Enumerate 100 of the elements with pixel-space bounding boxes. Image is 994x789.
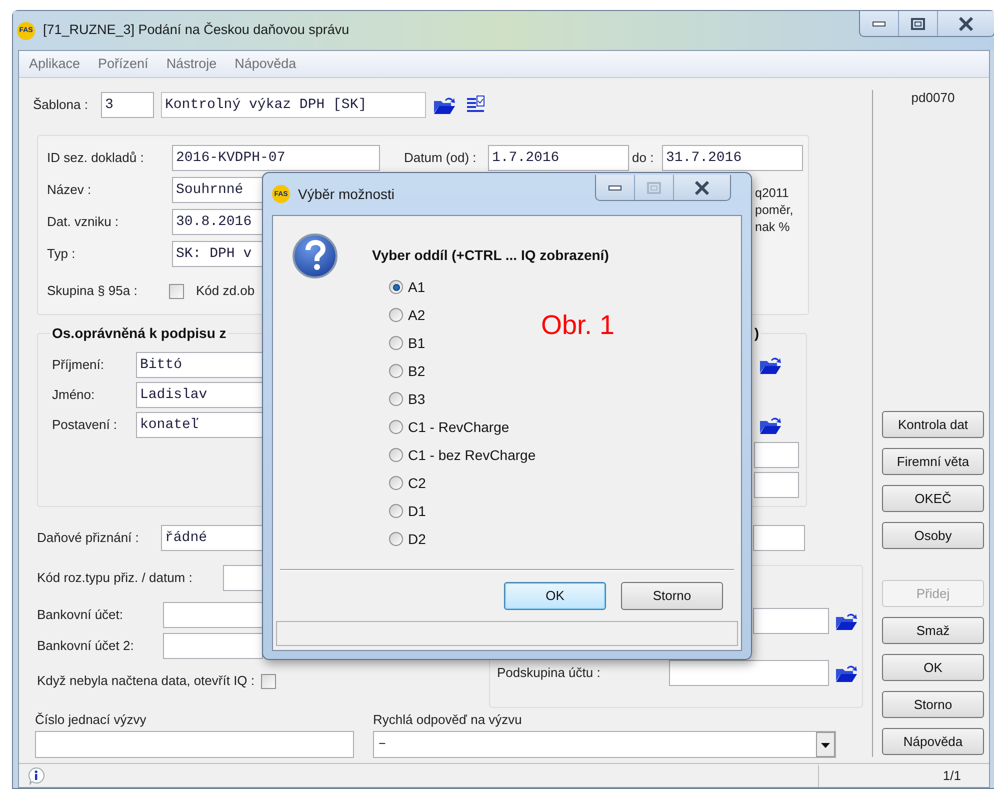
- field-label: Daňové přiznání :: [37, 529, 140, 548]
- text-field[interactable]: 1.7.2016: [488, 145, 629, 171]
- radio-option[interactable]: B1: [389, 329, 426, 357]
- maximize-icon: [911, 18, 925, 30]
- field-label: Příjmení:: [52, 356, 106, 374]
- annotation-label: Obr. 1: [541, 309, 615, 342]
- question-icon: [292, 233, 338, 279]
- text-field[interactable]: Souhrnné: [172, 177, 264, 203]
- group-title: Os.oprávněná k podpisu z: [50, 325, 228, 341]
- text-field[interactable]: [35, 731, 354, 758]
- radio-button[interactable]: [389, 364, 403, 378]
- field-label: Postavení :: [52, 416, 118, 434]
- button[interactable]: Smaž: [882, 617, 984, 644]
- text-field[interactable]: [669, 660, 829, 686]
- field-label: Číslo jednací výzvy: [35, 711, 148, 728]
- menu-item[interactable]: Nástroje: [166, 54, 217, 74]
- field-label: Datum (od) :: [404, 149, 478, 168]
- text-field[interactable]: [223, 564, 263, 590]
- radio-option[interactable]: A2: [389, 301, 426, 329]
- radio-option[interactable]: D2: [389, 525, 426, 553]
- field-label: Kód roz.typu přiz. / datum :: [37, 568, 194, 587]
- radio-button[interactable]: [389, 504, 403, 518]
- text-field[interactable]: 2016-KVDPH-07: [172, 145, 380, 171]
- folder-open-icon[interactable]: [759, 356, 782, 374]
- field-label: Typ :: [47, 245, 76, 264]
- dialog-button[interactable]: OK: [504, 582, 606, 610]
- note-text: poměr,: [755, 202, 794, 219]
- field-label: Rychlá odpověď na výzvu: [373, 711, 523, 728]
- button[interactable]: Kontrola dat: [882, 411, 984, 438]
- field-label: do :: [632, 149, 655, 168]
- text-field[interactable]: Kontrolný výkaz DPH [SK]: [161, 92, 426, 118]
- field-label: Když nebyla načtena data, otevřít IQ :: [37, 672, 255, 690]
- radio-option[interactable]: D1: [389, 497, 426, 525]
- menu-item[interactable]: Nápověda: [234, 54, 296, 74]
- dialog-title: Výběr možnosti: [298, 184, 394, 204]
- text-field[interactable]: [754, 442, 799, 468]
- folder-open-icon[interactable]: [835, 612, 858, 630]
- folder-open-icon[interactable]: [433, 96, 456, 114]
- checkbox[interactable]: [169, 284, 184, 298]
- text-field[interactable]: [163, 633, 263, 659]
- field-label: Bankovní účet 2:: [37, 637, 135, 656]
- info-icon: [27, 766, 45, 784]
- window-title: [71_RUZNE_3] Podání na Českou daňovou správu: [43, 21, 350, 40]
- minimize-icon: [608, 184, 622, 190]
- text-field[interactable]: [754, 472, 799, 498]
- button[interactable]: OK: [882, 654, 984, 681]
- checkbox[interactable]: [260, 674, 276, 688]
- close-icon: [958, 16, 974, 30]
- radio-button[interactable]: [389, 308, 403, 322]
- field-label: Šablona :: [33, 96, 89, 114]
- dialog-prompt: Vyber oddíl (+CTRL ... IQ zobrazení): [372, 246, 609, 264]
- field-label: Skupina § 95a :: [47, 282, 138, 300]
- radio-option[interactable]: A1: [389, 273, 426, 301]
- maximize-icon: [647, 182, 661, 194]
- form-code: pd0070: [910, 90, 956, 106]
- field-label: Název :: [47, 181, 92, 200]
- menu-item[interactable]: Pořízení: [98, 54, 148, 74]
- text-field[interactable]: [753, 525, 805, 551]
- radio-option[interactable]: B3: [389, 385, 426, 413]
- text-field[interactable]: Ladislav: [136, 382, 264, 408]
- minimize-icon: [872, 20, 886, 26]
- radio-button[interactable]: [389, 336, 403, 350]
- button[interactable]: Firemní věta: [882, 448, 984, 475]
- menu-item[interactable]: Aplikace: [29, 54, 80, 74]
- button[interactable]: OKEČ: [882, 485, 984, 512]
- text-field[interactable]: konateľ: [136, 412, 264, 438]
- radio-option[interactable]: B2: [389, 357, 426, 385]
- field-label: Podskupina účtu :: [497, 664, 602, 682]
- folder-open-icon[interactable]: [759, 416, 782, 434]
- dialog-button[interactable]: Storno: [621, 582, 723, 610]
- dropdown[interactable]: –: [373, 731, 836, 758]
- radio-option[interactable]: C1 - RevCharge: [389, 413, 510, 441]
- radio-button[interactable]: [389, 420, 403, 434]
- text-field[interactable]: [163, 602, 263, 628]
- button[interactable]: Storno: [882, 691, 984, 718]
- button[interactable]: Osoby: [882, 522, 984, 549]
- text-field[interactable]: 3: [101, 92, 154, 118]
- list-icon[interactable]: [466, 95, 486, 115]
- radio-button[interactable]: [389, 476, 403, 490]
- radio-option[interactable]: C2: [389, 469, 426, 497]
- field-label: Jméno:: [52, 386, 96, 404]
- button[interactable]: Nápověda: [882, 728, 984, 755]
- text-field[interactable]: Bittó: [136, 352, 264, 378]
- text-field[interactable]: řádné: [161, 525, 263, 551]
- radio-button[interactable]: [389, 392, 403, 406]
- field-label: Kód zd.ob: [196, 282, 255, 300]
- note-text: q2011: [755, 185, 790, 202]
- text-field[interactable]: 31.7.2016: [662, 145, 803, 171]
- folder-open-icon[interactable]: [835, 664, 858, 682]
- page-indicator: 1/1: [942, 766, 961, 785]
- radio-button[interactable]: [389, 448, 403, 462]
- group-title: ): [752, 325, 761, 341]
- radio-button[interactable]: [389, 280, 403, 294]
- text-field[interactable]: SK: DPH v: [172, 241, 264, 267]
- radio-option[interactable]: C1 - bez RevCharge: [389, 441, 536, 469]
- field-label: Bankovní účet:: [37, 606, 124, 624]
- close-icon: [694, 180, 710, 194]
- text-field[interactable]: 30.8.2016: [172, 209, 264, 235]
- text-field[interactable]: [753, 608, 829, 634]
- radio-button[interactable]: [389, 532, 403, 546]
